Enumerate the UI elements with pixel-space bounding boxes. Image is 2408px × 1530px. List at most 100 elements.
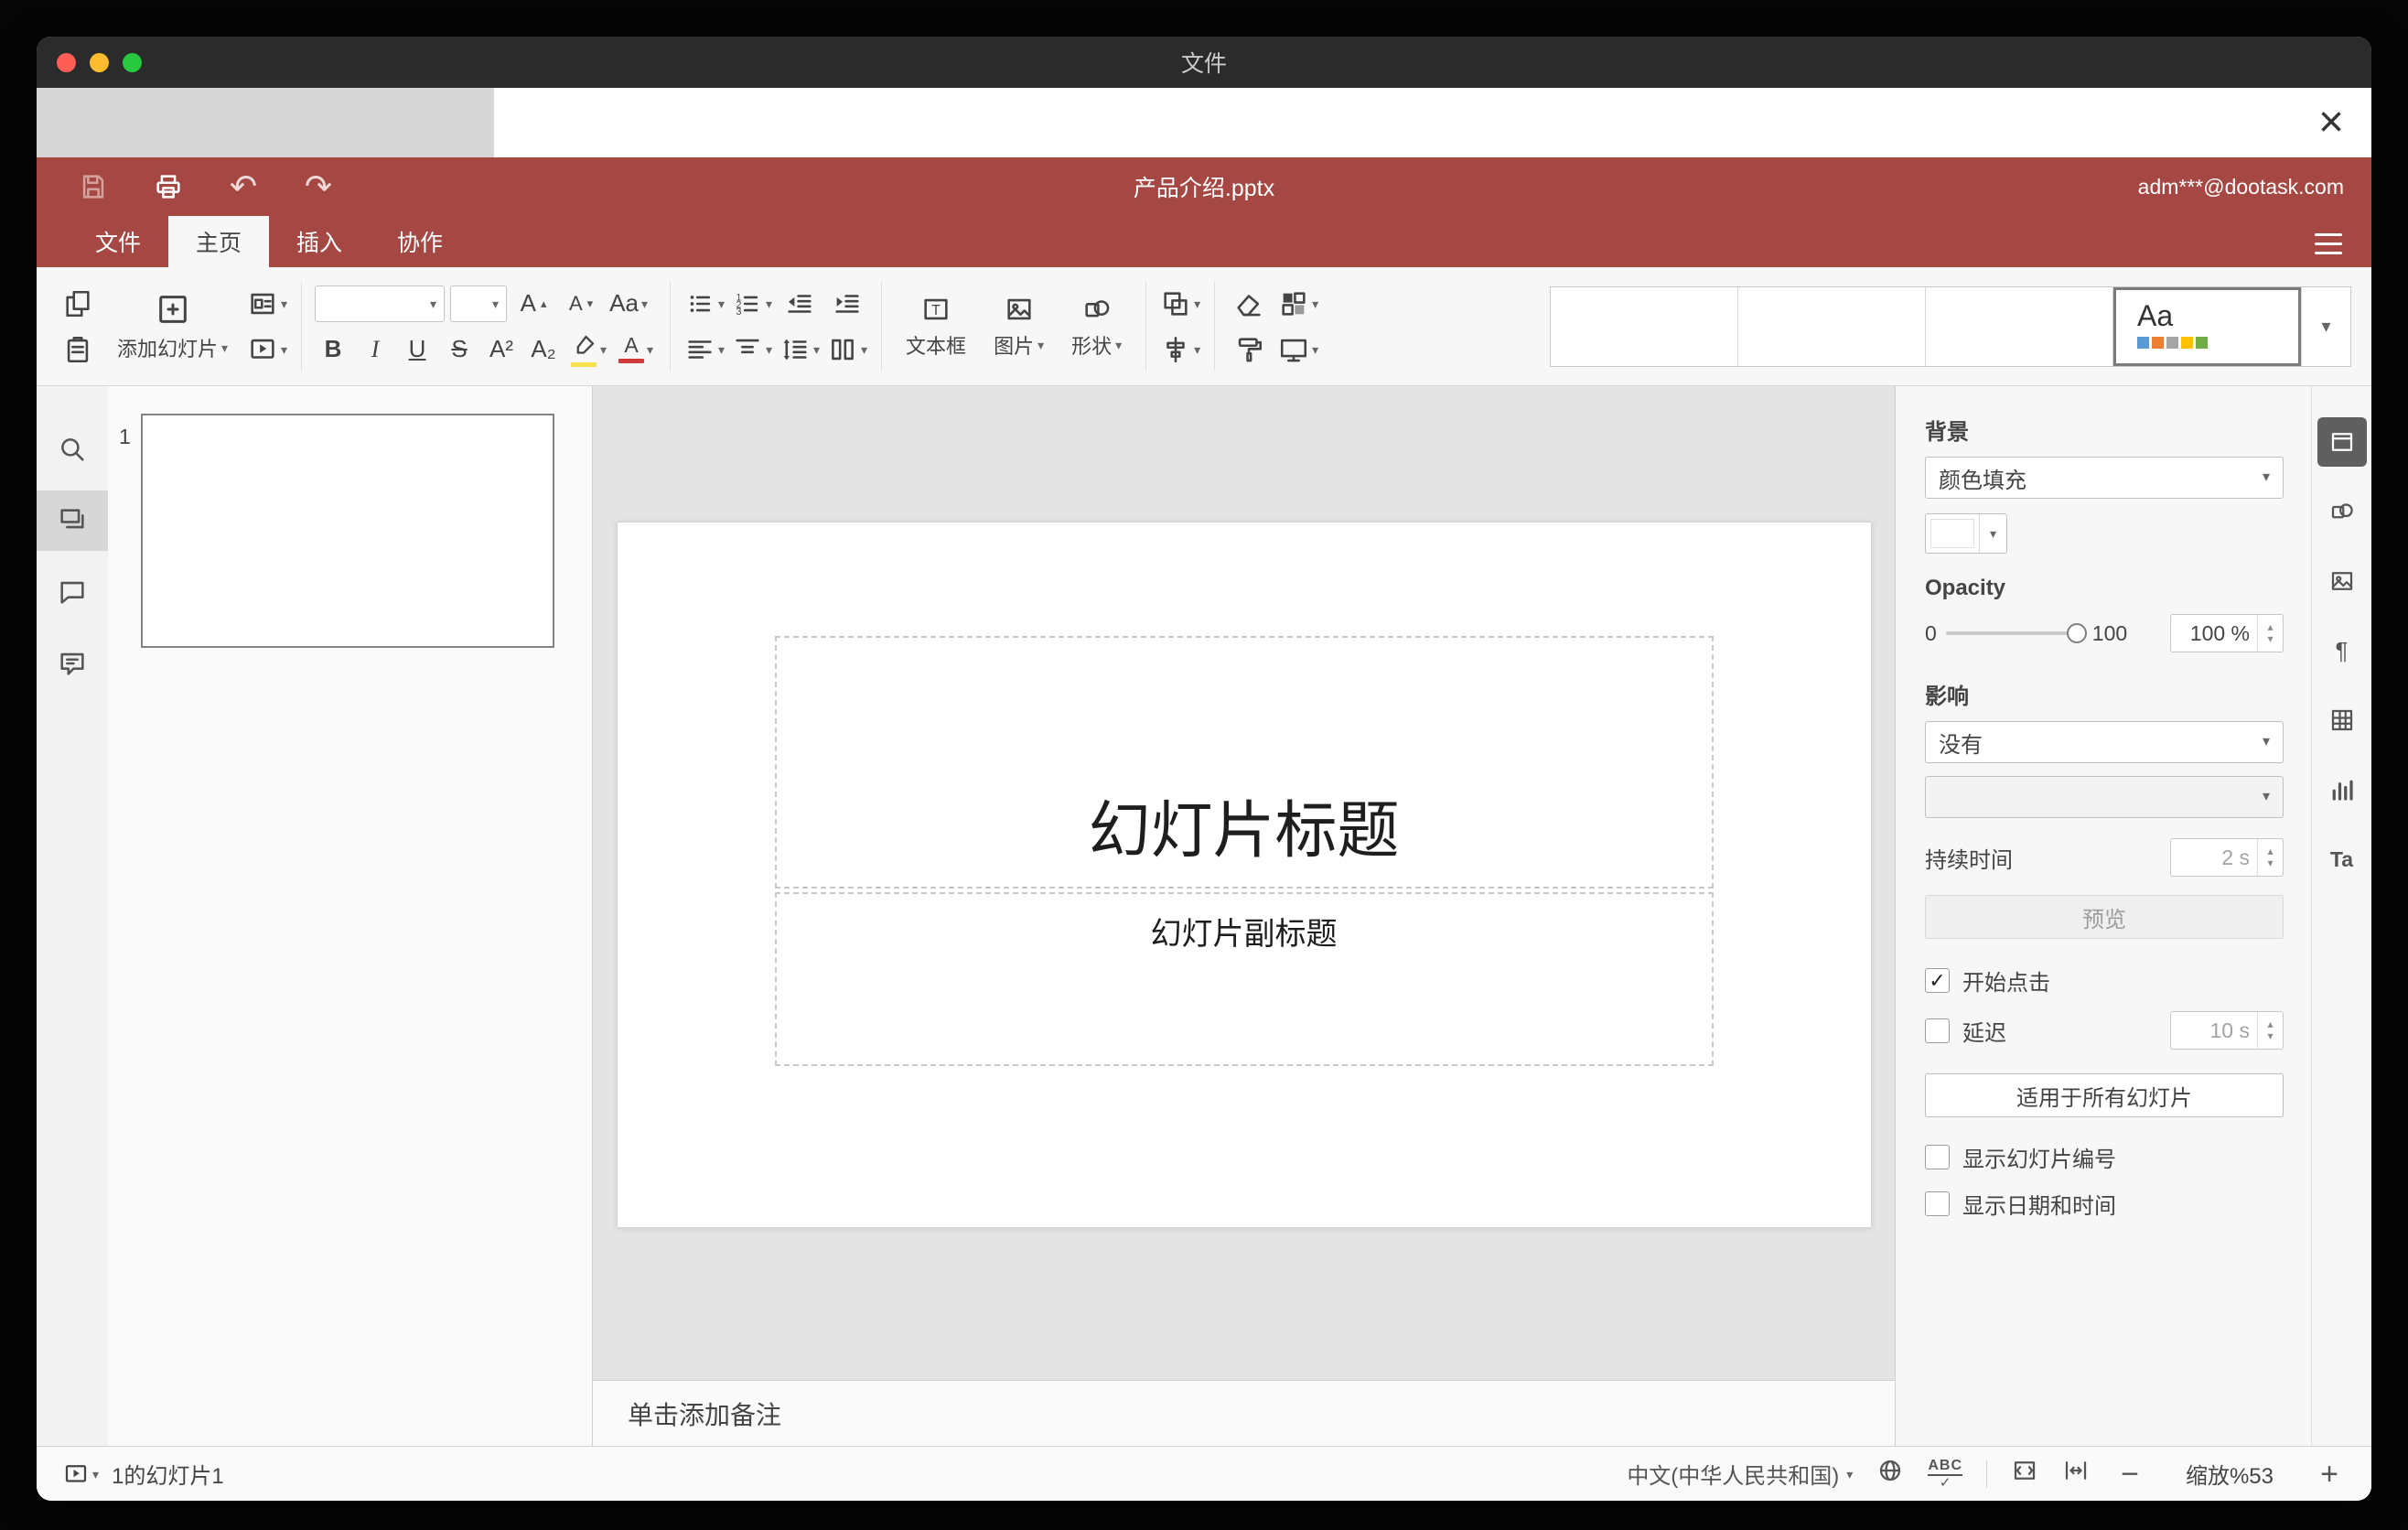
arrange-shapes-button[interactable]: ▾ bbox=[1159, 284, 1201, 324]
slide-1[interactable]: 幻灯片标题 幻灯片副标题 bbox=[616, 522, 1872, 1228]
background-fill-select[interactable]: 颜色填充 ▾ bbox=[1925, 457, 2284, 499]
text-box-button[interactable]: T 文本框 bbox=[895, 294, 977, 360]
opacity-input[interactable]: 100 % ▴ ▾ bbox=[2170, 614, 2284, 652]
redo-button[interactable]: ↷ bbox=[302, 170, 335, 203]
superscript-button[interactable]: A² bbox=[483, 329, 520, 370]
italic-button[interactable]: I bbox=[357, 329, 393, 370]
change-case-button[interactable]: Aa ▾ bbox=[607, 284, 650, 324]
paste-button[interactable] bbox=[57, 329, 99, 370]
comments-button[interactable] bbox=[37, 562, 108, 622]
shape-settings-icon bbox=[2331, 503, 2353, 519]
add-slide-button[interactable]: 添加幻灯片 ▾ bbox=[106, 275, 239, 378]
zoom-in-button[interactable]: + bbox=[2313, 1459, 2346, 1490]
tab-insert[interactable]: 插入 bbox=[269, 216, 370, 267]
font-size-select[interactable]: ▾ bbox=[450, 285, 508, 322]
undo-button[interactable]: ↶ bbox=[227, 170, 260, 203]
search-button[interactable] bbox=[37, 419, 108, 479]
strikethrough-button[interactable]: S bbox=[441, 329, 478, 370]
tab-home[interactable]: 主页 bbox=[168, 216, 270, 267]
spinner-arrows: ▴ ▾ bbox=[2257, 1012, 2283, 1049]
insert-image-button[interactable]: 图片 ▾ bbox=[983, 294, 1055, 360]
save-button[interactable] bbox=[77, 170, 110, 203]
close-icon[interactable]: × bbox=[2318, 101, 2344, 145]
theme-option-2[interactable] bbox=[1738, 286, 1926, 366]
show-slide-number-checkbox[interactable]: ✓ bbox=[1925, 1145, 1950, 1169]
language-selector[interactable]: 中文(中华人民共和国) ▾ bbox=[1627, 1458, 1853, 1490]
slide-index: 1 bbox=[119, 425, 131, 448]
fullscreen-traffic-light[interactable] bbox=[123, 52, 142, 72]
apply-to-all-button[interactable]: 适用于所有幻灯片 bbox=[1925, 1073, 2284, 1117]
effect-select[interactable]: 没有 ▾ bbox=[1925, 721, 2284, 763]
tab-file[interactable]: 文件 bbox=[68, 216, 168, 267]
subscript-button[interactable]: A₂ bbox=[525, 329, 562, 370]
theme-gallery: Aa ▾ bbox=[1550, 286, 2351, 367]
slides-panel-button[interactable] bbox=[37, 490, 108, 551]
chevron-down-icon: ▾ bbox=[766, 296, 773, 311]
spellcheck-button[interactable]: ABC ✓ bbox=[1928, 1458, 1962, 1490]
line-spacing-button[interactable]: ▾ bbox=[779, 329, 821, 370]
slide-layout-button[interactable]: ▾ bbox=[246, 284, 288, 324]
align-shapes-button[interactable]: ▾ bbox=[1159, 329, 1201, 370]
increase-indent-button[interactable] bbox=[826, 284, 868, 324]
vertical-align-button[interactable]: ▾ bbox=[731, 329, 773, 370]
delay-checkbox[interactable]: ✓ bbox=[1925, 1018, 1950, 1043]
color-scheme-button[interactable]: ▾ bbox=[1277, 284, 1319, 324]
insert-shape-button[interactable]: 形状 ▾ bbox=[1060, 294, 1133, 360]
set-language-button[interactable] bbox=[1876, 1457, 1904, 1491]
theme-color-squares bbox=[2137, 337, 2300, 353]
highlighter-icon bbox=[576, 335, 595, 354]
table-settings-tab[interactable] bbox=[2317, 695, 2367, 745]
copy-button[interactable] bbox=[57, 284, 99, 324]
highlight-color-button[interactable]: ▾ bbox=[567, 329, 609, 370]
align-shapes-icon bbox=[1166, 336, 1185, 362]
decrease-font-button[interactable]: A ▾ bbox=[560, 284, 602, 324]
minimize-traffic-light[interactable] bbox=[90, 52, 109, 72]
theme-option-3[interactable] bbox=[1926, 286, 2113, 366]
theme-gallery-expand-button[interactable]: ▾ bbox=[2301, 286, 2350, 366]
start-slideshow-button[interactable]: ▾ bbox=[246, 329, 288, 370]
slide-subtitle-placeholder[interactable]: 幻灯片副标题 bbox=[774, 892, 1714, 1066]
bullet-list-icon bbox=[690, 295, 711, 312]
show-date-time-checkbox[interactable]: ✓ bbox=[1925, 1191, 1950, 1216]
increase-font-button[interactable]: A ▴ bbox=[512, 284, 554, 324]
opacity-slider[interactable] bbox=[1945, 623, 2087, 643]
slide-canvas[interactable]: 幻灯片标题 幻灯片副标题 bbox=[593, 386, 1895, 1380]
font-name-select[interactable]: ▾ bbox=[315, 285, 446, 322]
copy-style-button[interactable] bbox=[1228, 329, 1270, 370]
tab-collaboration[interactable]: 协作 bbox=[370, 216, 470, 267]
image-settings-tab[interactable] bbox=[2317, 556, 2367, 606]
print-button[interactable] bbox=[152, 170, 185, 203]
slide-settings-tab[interactable] bbox=[2317, 417, 2367, 467]
start-slideshow-statusbar-button[interactable]: ▾ bbox=[62, 1458, 99, 1491]
fit-width-button[interactable] bbox=[2062, 1457, 2090, 1491]
chart-settings-tab[interactable] bbox=[2317, 765, 2367, 814]
start-on-click-checkbox[interactable]: ✓ bbox=[1925, 968, 1950, 993]
decrease-indent-icon bbox=[788, 294, 812, 313]
font-color-button[interactable]: A ▾ bbox=[615, 329, 657, 370]
slider-knob[interactable] bbox=[2066, 623, 2087, 643]
fill-color-picker[interactable]: ▾ bbox=[1925, 513, 2007, 554]
close-traffic-light[interactable] bbox=[57, 52, 76, 72]
columns-button[interactable]: ▾ bbox=[826, 329, 868, 370]
spinner-arrows[interactable]: ▴ ▾ bbox=[2257, 615, 2283, 652]
numbered-list-button[interactable]: 123 ▾ bbox=[731, 284, 773, 324]
menu-hamburger-icon[interactable] bbox=[2315, 233, 2342, 254]
theme-option-1[interactable] bbox=[1551, 286, 1738, 366]
slide-size-button[interactable]: ▾ bbox=[1277, 329, 1319, 370]
horizontal-align-button[interactable]: ▾ bbox=[683, 329, 726, 370]
bold-button[interactable]: B bbox=[315, 329, 351, 370]
paragraph-settings-tab[interactable]: ¶ bbox=[2317, 626, 2367, 675]
chat-button[interactable] bbox=[37, 633, 108, 694]
bullet-list-button[interactable]: ▾ bbox=[683, 284, 726, 324]
fit-slide-button[interactable] bbox=[2011, 1457, 2038, 1491]
decrease-indent-button[interactable] bbox=[779, 284, 821, 324]
theme-option-4-selected[interactable]: Aa bbox=[2113, 286, 2301, 366]
textart-settings-tab[interactable]: Ta bbox=[2317, 835, 2367, 884]
slide-title-placeholder[interactable]: 幻灯片标题 bbox=[774, 636, 1714, 889]
slide-thumbnail[interactable] bbox=[141, 414, 554, 648]
zoom-out-button[interactable]: − bbox=[2113, 1459, 2146, 1490]
underline-button[interactable]: U bbox=[399, 329, 435, 370]
notes-input[interactable]: 单击添加备注 bbox=[593, 1380, 1895, 1446]
shape-settings-tab[interactable] bbox=[2317, 487, 2367, 536]
clear-style-button[interactable] bbox=[1228, 284, 1270, 324]
